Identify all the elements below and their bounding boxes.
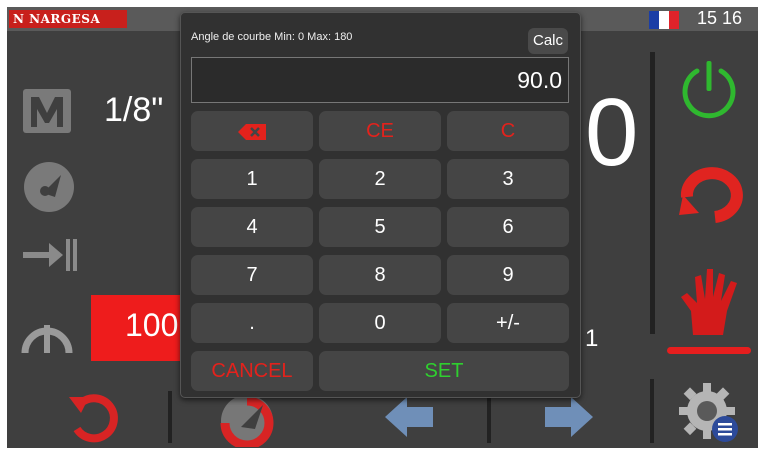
decimal-point-button[interactable]: .: [191, 303, 313, 343]
angle-input-dialog: Angle de courbe Min: 0 Max: 180 Calc 90.…: [180, 12, 581, 398]
clear-entry-button[interactable]: CE: [319, 111, 441, 151]
angle-value-display[interactable]: 90.0: [191, 57, 569, 103]
clear-button[interactable]: C: [447, 111, 569, 151]
stop-to-limit-icon[interactable]: [19, 235, 79, 275]
key-4[interactable]: 4: [191, 207, 313, 247]
settings-icon[interactable]: [677, 379, 743, 445]
arc-bend-icon[interactable]: [19, 307, 75, 355]
calc-button[interactable]: Calc: [528, 28, 568, 54]
key-1[interactable]: 1: [191, 159, 313, 199]
manual-mode-icon[interactable]: [21, 85, 73, 137]
cycle-icon[interactable]: [675, 165, 745, 225]
bottom-divider-2: [487, 391, 491, 443]
key-8[interactable]: 8: [319, 255, 441, 295]
set-button[interactable]: SET: [319, 351, 569, 391]
backspace-button[interactable]: [191, 111, 313, 151]
power-icon[interactable]: [677, 57, 741, 121]
red-value-field[interactable]: 100: [91, 295, 187, 361]
clock: 15 16: [697, 8, 743, 28]
position-value: 0: [585, 79, 639, 186]
arrow-right-icon[interactable]: [543, 395, 595, 439]
language-flag-icon[interactable]: [649, 11, 679, 29]
key-0[interactable]: 0: [319, 303, 441, 343]
hand-stop-icon[interactable]: [679, 265, 745, 337]
key-7[interactable]: 7: [191, 255, 313, 295]
small-value: 1: [585, 325, 599, 352]
sign-toggle-button[interactable]: +/-: [447, 303, 569, 343]
right-divider: [650, 52, 655, 334]
backspace-icon: [238, 123, 266, 140]
brand-logo: N NARGESA: [9, 10, 127, 28]
red-field-value: 100: [125, 307, 179, 343]
key-3[interactable]: 3: [447, 159, 569, 199]
machine-screen: N NARGESA 15 16 1/8" 100 0 1 Angle de co…: [7, 7, 758, 448]
key-2[interactable]: 2: [319, 159, 441, 199]
key-9[interactable]: 9: [447, 255, 569, 295]
gauge-icon[interactable]: [21, 159, 77, 215]
dialog-title: Angle de courbe Min: 0 Max: 180: [191, 31, 353, 43]
key-6[interactable]: 6: [447, 207, 569, 247]
mode-value: 1/8": [104, 91, 164, 129]
cancel-button[interactable]: CANCEL: [191, 351, 313, 391]
rotate-left-icon[interactable]: [67, 389, 123, 445]
key-5[interactable]: 5: [319, 207, 441, 247]
hand-stop-underline: [667, 347, 751, 354]
arrow-left-icon[interactable]: [383, 395, 435, 439]
bottom-divider-1: [168, 391, 172, 443]
bottom-divider-3: [650, 379, 654, 443]
